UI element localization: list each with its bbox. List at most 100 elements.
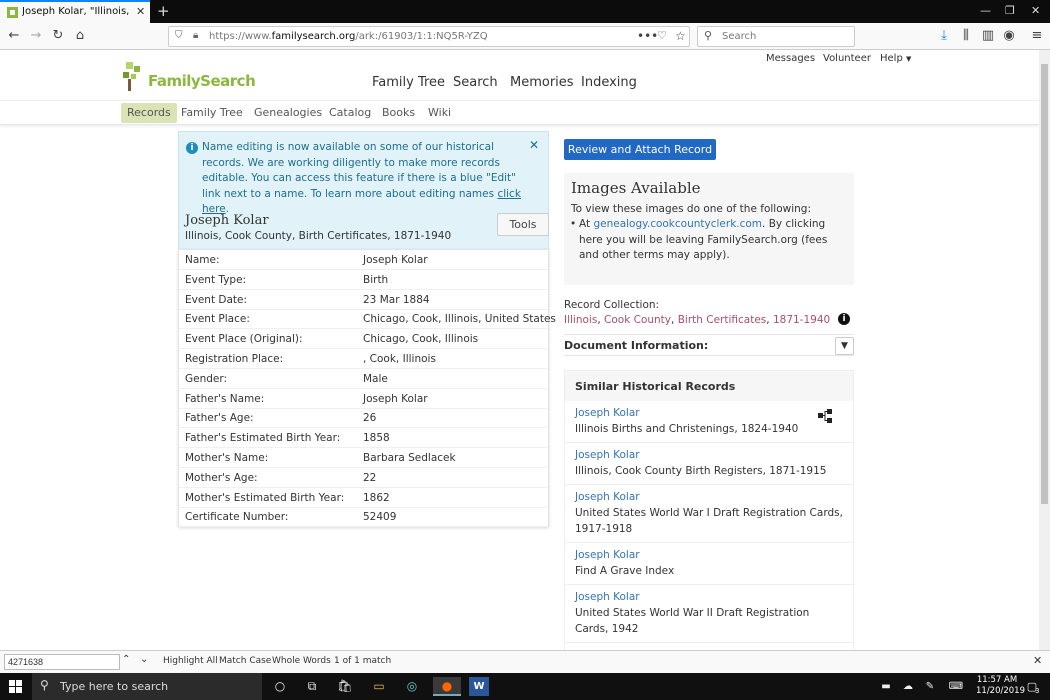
remote-assist-icon[interactable]: ◎: [402, 677, 422, 696]
tray-network-icon[interactable]: ☁: [898, 677, 918, 696]
messages-link[interactable]: Messages: [766, 53, 815, 64]
bookmark-star-icon[interactable]: ☆: [675, 29, 686, 43]
rc-link-years[interactable]: 1871-1940: [773, 314, 830, 326]
fact-value-link[interactable]: Barbara Sedlacek: [363, 452, 456, 464]
fact-label: Father's Estimated Birth Year:: [185, 432, 341, 445]
firefox-icon[interactable]: ●: [433, 677, 461, 696]
browser-search-box[interactable]: ⚲ Search: [697, 26, 855, 47]
nav-search[interactable]: Search: [453, 75, 498, 90]
lock-icon[interactable]: 🔒︎: [193, 30, 198, 41]
fact-row: Event Type: Birth: [179, 270, 548, 290]
review-and-attach-button[interactable]: Review and Attach Record: [564, 139, 716, 160]
keyboard-icon[interactable]: ⌨: [946, 677, 966, 696]
taskbar-clock[interactable]: 11:57 AM 11/20/2019: [976, 675, 1025, 697]
home-icon[interactable]: ⌂: [71, 27, 89, 45]
fact-label: Registration Place:: [185, 353, 284, 365]
subnav-family-tree[interactable]: Family Tree: [181, 106, 243, 119]
fact-value: 1858: [363, 432, 390, 445]
back-icon[interactable]: ←: [5, 27, 23, 45]
pen-icon[interactable]: ✎: [920, 677, 940, 696]
similar-record-name-link[interactable]: Joseph Kolar: [575, 549, 640, 561]
fact-label: Mother's Age:: [185, 471, 258, 484]
fact-value: Chicago, Cook, Illinois: [363, 333, 479, 346]
pocket-icon[interactable]: ♡: [657, 29, 667, 42]
similar-record-name-link[interactable]: Joseph Kolar: [575, 591, 640, 603]
collection-info-icon[interactable]: i: [838, 313, 850, 325]
taskbar-search-placeholder: Type here to search: [60, 680, 169, 693]
nav-memories[interactable]: Memories: [510, 75, 574, 90]
forward-icon[interactable]: →: [27, 27, 45, 45]
scrollbar-thumb[interactable]: [1041, 64, 1048, 504]
subnav-books[interactable]: Books: [382, 106, 415, 119]
rc-link-cook-county[interactable]: Cook County: [604, 314, 671, 326]
store-icon[interactable]: 🛍︎: [335, 677, 355, 696]
restore-icon[interactable]: ❐: [1005, 4, 1015, 17]
similar-record-item: Joseph Kolar United States World War I Dr…: [565, 485, 853, 543]
fact-value: 23 Mar 1884: [363, 293, 430, 306]
close-notice-icon[interactable]: ✕: [529, 138, 539, 152]
minimize-icon[interactable]: —: [980, 4, 991, 17]
volunteer-link[interactable]: Volunteer: [823, 53, 871, 64]
browser-tab[interactable]: Joseph Kolar, "Illinois, Cook Co ✕: [0, 0, 150, 23]
file-explorer-icon[interactable]: ▭: [369, 677, 389, 696]
close-find-bar-icon[interactable]: ✕: [1033, 654, 1042, 667]
task-view-icon[interactable]: ⧉: [302, 677, 322, 696]
similar-record-name-link[interactable]: Joseph Kolar: [575, 407, 640, 419]
chevron-down-icon[interactable]: ▼: [835, 337, 854, 355]
account-icon[interactable]: ◉: [1000, 27, 1018, 45]
help-link[interactable]: Help ▼: [880, 53, 911, 64]
fact-label: Event Type:: [185, 273, 247, 286]
subnav-genealogies[interactable]: Genealogies: [254, 106, 322, 119]
find-input[interactable]: [4, 654, 120, 670]
record-facts-table: Name: Joseph Kolar Event Type: Birth Event D…: [178, 249, 556, 528]
highlight-all-toggle[interactable]: Highlight All: [163, 656, 218, 666]
subnav-records[interactable]: Records: [121, 103, 177, 123]
familysearch-logo[interactable]: FamilySearch: [121, 60, 256, 92]
close-window-icon[interactable]: ✕: [1031, 4, 1040, 17]
subnav-wiki[interactable]: Wiki: [428, 106, 451, 119]
cortana-icon[interactable]: ○: [270, 677, 290, 696]
similar-record-name-link[interactable]: Joseph Kolar: [575, 449, 640, 461]
page-actions-icon[interactable]: •••: [637, 29, 658, 43]
find-next-icon[interactable]: ⌄: [140, 654, 148, 665]
rc-link-birth-certificates[interactable]: Birth Certificates: [678, 314, 767, 326]
fact-label: Mother's Name:: [185, 452, 269, 464]
whole-words-toggle[interactable]: Whole Words: [272, 656, 331, 666]
fact-row: Father's Age: 26: [179, 408, 548, 429]
help-label: Help: [880, 53, 903, 64]
tracking-shield-icon[interactable]: ⛉: [175, 30, 183, 41]
fact-row: Mother's Age: 22: [179, 468, 548, 488]
close-tab-icon[interactable]: ✕: [136, 5, 145, 18]
subnav-catalog[interactable]: Catalog: [329, 106, 371, 119]
tools-button[interactable]: Tools: [497, 213, 549, 236]
taskbar-search-box[interactable]: ⚲ Type here to search: [32, 673, 262, 700]
word-icon[interactable]: W: [469, 677, 489, 696]
fact-row: Gender: Male: [179, 369, 548, 389]
images-bullet: • At genealogy.cookcountyclerk.com. By cl…: [570, 218, 828, 261]
fact-value: Male: [363, 372, 388, 385]
similar-record-name-link[interactable]: Joseph Kolar: [575, 491, 640, 503]
windows-start-icon[interactable]: [9, 680, 22, 693]
match-case-toggle[interactable]: Match Case: [219, 656, 271, 666]
record-person-name: Joseph Kolar: [185, 213, 269, 228]
nav-family-tree[interactable]: Family Tree: [372, 75, 445, 90]
reload-icon[interactable]: ↻: [49, 27, 67, 45]
menu-icon[interactable]: ≡: [1028, 27, 1046, 45]
record-collection-title: Illinois, Cook County, Birth Certificate…: [185, 230, 452, 242]
nav-indexing[interactable]: Indexing: [581, 75, 637, 90]
tray-app-icon[interactable]: ▬: [876, 677, 896, 696]
document-information-row[interactable]: Document Information: ▼: [564, 334, 854, 356]
downloads-icon[interactable]: ⤓: [935, 27, 953, 45]
caret-down-icon: ▼: [906, 55, 912, 63]
rc-link-illinois[interactable]: Illinois: [564, 314, 597, 326]
browser-toolbar: ← → ↻ ⌂ ⛉ 🔒︎ https://www.familysearch.or…: [0, 23, 1050, 50]
library-icon[interactable]: ⫼: [957, 27, 975, 45]
new-tab-icon[interactable]: +: [157, 2, 170, 20]
fact-value-link[interactable]: Joseph Kolar: [363, 393, 428, 405]
find-previous-icon[interactable]: ⌃: [122, 654, 130, 665]
sidebar-icon[interactable]: ▥: [979, 27, 997, 45]
page-scrollbar[interactable]: [1039, 50, 1050, 650]
cookcountyclerk-link[interactable]: genealogy.cookcountyclerk.com: [593, 218, 762, 230]
record-collection-label: Record Collection:: [564, 299, 660, 311]
url-bar[interactable]: ⛉ 🔒︎ https://www.familysearch.org/ark:/6…: [168, 26, 690, 47]
